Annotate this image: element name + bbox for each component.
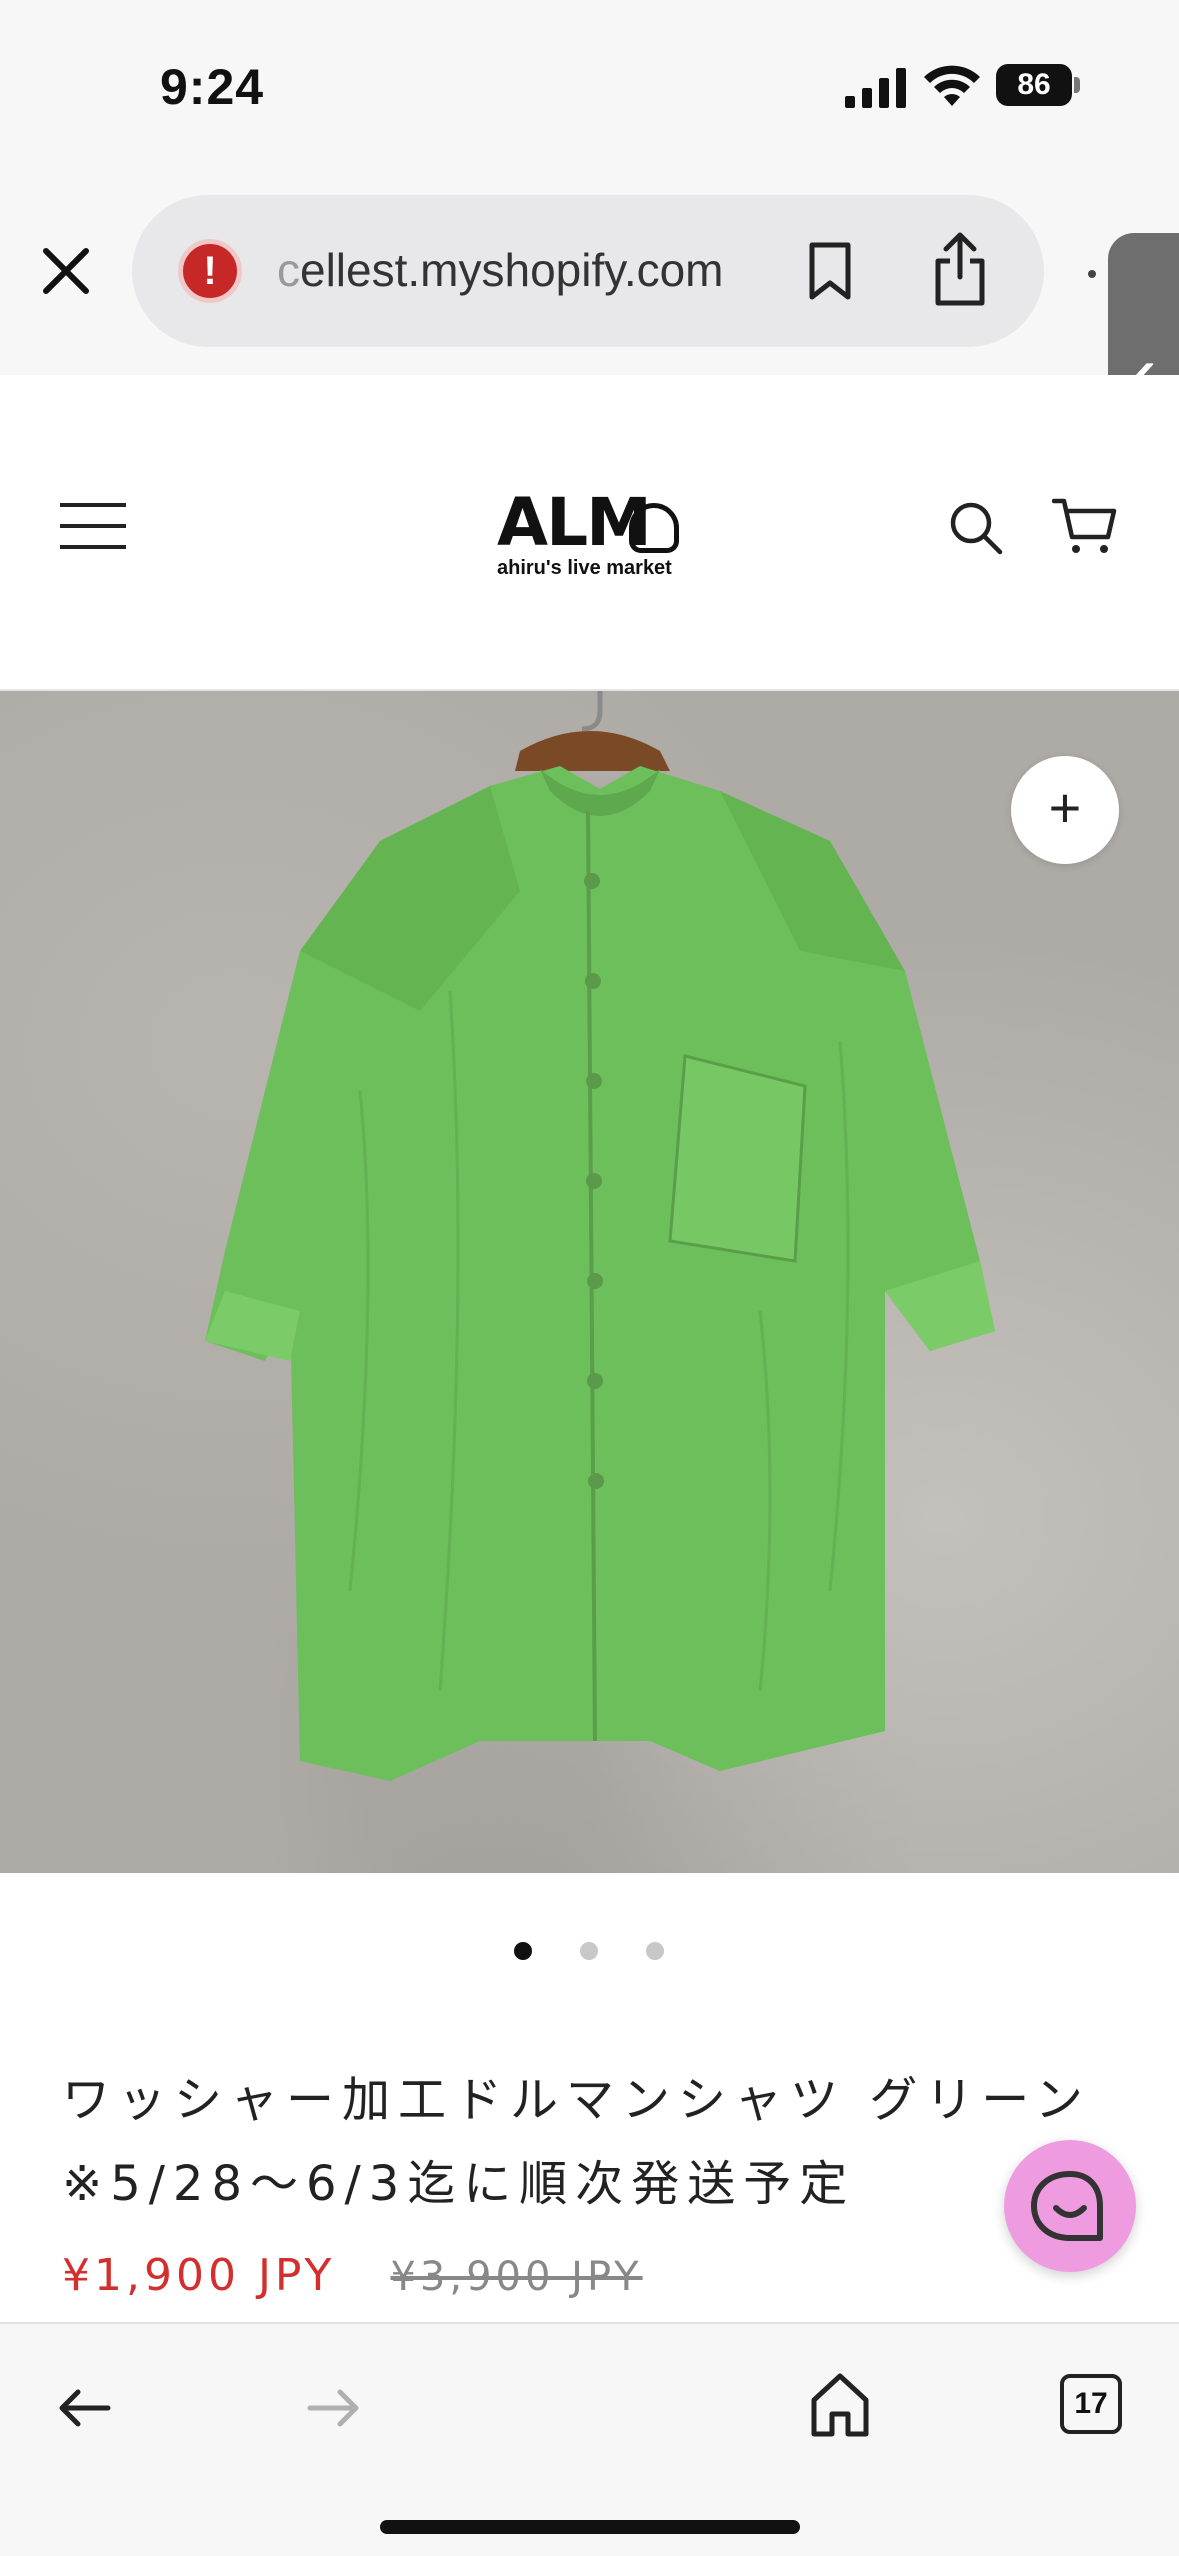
shirt-illustration — [205, 691, 995, 1781]
product-title: ワッシャー加工ドルマンシャツ グリーン ※5/28～6/3迄に順次発送予定 — [62, 2072, 1091, 2212]
zoom-button[interactable]: + — [1011, 756, 1119, 864]
hamburger-icon[interactable] — [60, 503, 126, 549]
arrow-left-icon[interactable] — [56, 2384, 112, 2432]
product-image[interactable]: + — [0, 691, 1179, 1873]
site-logo[interactable]: ALM ahiru's live market — [497, 490, 687, 585]
logo-duck-icon — [629, 503, 679, 553]
original-price: ¥3,900 JPY — [390, 2254, 643, 2300]
browser-toolbar: 17 — [0, 2322, 1179, 2556]
logo-tagline: ahiru's live market — [497, 557, 672, 579]
sale-price: ¥1,900 JPY — [62, 2250, 336, 2301]
carousel-dot-3[interactable] — [646, 1942, 664, 1960]
battery-level: 86 — [996, 64, 1072, 106]
site-header: ALM ahiru's live market — [0, 375, 1179, 691]
home-icon[interactable] — [808, 2370, 872, 2438]
chat-icon — [1031, 2171, 1103, 2241]
status-bar: 9:24 86 — [0, 0, 1179, 175]
url-rest: ellest.myshopify.com — [300, 244, 724, 296]
more-dot-icon[interactable] — [1088, 270, 1096, 278]
share-icon[interactable] — [932, 231, 988, 307]
bookmark-icon[interactable] — [806, 241, 854, 301]
close-icon[interactable] — [40, 245, 92, 297]
arrow-right-icon[interactable] — [306, 2384, 362, 2432]
url-field[interactable]: ! cellest.myshopify.com — [132, 195, 1044, 347]
status-time: 9:24 — [160, 59, 265, 115]
battery-nub — [1074, 77, 1080, 93]
carousel-dot-1[interactable] — [514, 1942, 532, 1960]
cart-icon[interactable] — [1052, 497, 1118, 557]
search-icon[interactable] — [948, 500, 1004, 556]
url-text[interactable]: cellest.myshopify.com — [277, 243, 724, 297]
wifi-icon — [924, 65, 980, 106]
tabs-button[interactable]: 17 — [1060, 2374, 1122, 2434]
url-faded-prefix: c — [277, 244, 300, 296]
home-indicator — [380, 2520, 800, 2534]
battery-indicator: 86 — [996, 64, 1080, 106]
price-row: ¥1,900 JPY ¥3,900 JPY — [62, 2250, 643, 2310]
chat-button[interactable] — [1004, 2140, 1136, 2272]
cellular-signal-icon — [845, 68, 906, 108]
browser-address-bar: ! cellest.myshopify.com ‹ — [0, 175, 1179, 523]
carousel-dot-2[interactable] — [580, 1942, 598, 1960]
image-carousel-dots — [500, 1942, 680, 1966]
warning-icon[interactable]: ! — [178, 239, 242, 303]
